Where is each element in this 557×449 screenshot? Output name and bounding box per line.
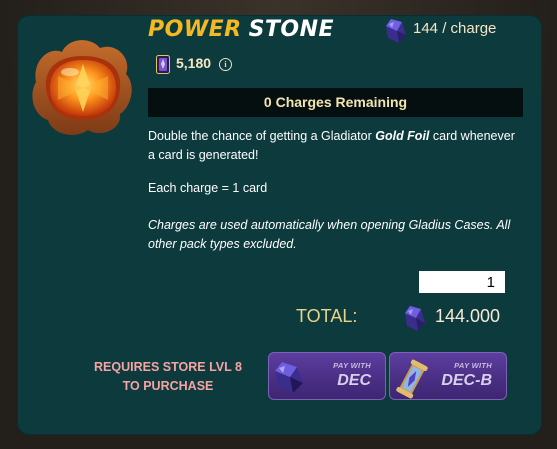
price-per-charge: 144 / charge xyxy=(413,20,497,37)
charge-rule-text: Each charge = 1 card xyxy=(148,181,268,195)
pay-with-label: PAY WITH xyxy=(333,361,371,370)
store-level-requirement: REQUIRES STORE LVL 8 TO PURCHASE xyxy=(94,360,242,393)
dec-crystal-icon xyxy=(405,306,425,331)
currency-label: DEC xyxy=(337,372,371,389)
dec-b-scroll-icon xyxy=(396,359,428,399)
usage-note: Charges are used automatically when open… xyxy=(148,218,511,251)
pay-with-label: PAY WITH xyxy=(454,361,492,370)
description-emphasis: Gold Foil xyxy=(375,129,430,143)
currency-label: DEC-B xyxy=(441,372,492,389)
card-count-icon xyxy=(156,55,170,74)
title-word-stone: STONE xyxy=(248,17,335,42)
title-word-power: POWER xyxy=(148,17,242,42)
owned-count: 5,180 xyxy=(176,55,212,71)
dec-crystal-icon xyxy=(386,19,406,43)
total-value: 144.000 xyxy=(435,306,501,326)
item-title: POWER STONE xyxy=(148,17,334,42)
charges-remaining-banner: 0 Charges Remaining xyxy=(148,88,523,117)
total-label: TOTAL: xyxy=(296,306,358,326)
power-stone-icon xyxy=(32,40,132,135)
info-icon[interactable]: i xyxy=(219,58,232,71)
dec-crystal-icon xyxy=(275,362,303,393)
quantity-input[interactable] xyxy=(419,271,505,293)
item-description: Double the chance of getting a Gladiator… xyxy=(148,127,518,165)
description-text-start: Double the chance of getting a Gladiator xyxy=(148,129,376,143)
pay-with-dec-button[interactable]: PAY WITH DEC xyxy=(268,352,386,400)
pay-with-dec-b-button[interactable]: PAY WITH DEC-B xyxy=(389,352,507,400)
